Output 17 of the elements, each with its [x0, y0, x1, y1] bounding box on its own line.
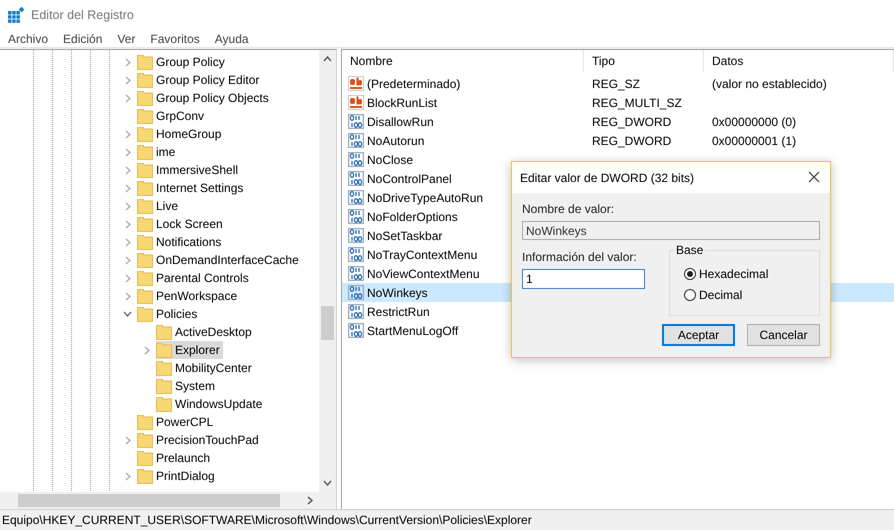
name-cell: DisallowRun — [342, 114, 584, 129]
type-cell-text: REG_SZ — [591, 76, 642, 90]
name-cell: NoAutorun — [342, 133, 584, 148]
type-cell-text: REG_DWORD — [591, 134, 672, 148]
name-cell: (Predeterminado) — [342, 76, 584, 91]
name-cell: NoClose — [342, 152, 584, 167]
field-label: Información del valor: — [522, 250, 638, 264]
group-title: Base — [674, 243, 706, 257]
status-bar: Equipo\HKEY_CURRENT_USER\SOFTWARE\Microsoft\Windows\CurrentVersion\Policies\Explorer — [0, 509, 894, 530]
dialog-title: Editar valor de DWORD (32 bits) — [520, 170, 694, 184]
data-cell-text: 0x00000001 (1) — [711, 134, 798, 148]
window-title: Editor del Registro — [31, 8, 134, 22]
type-cell-text: REG_MULTI_SZ — [591, 96, 683, 110]
name-cell: BlockRunList — [342, 95, 584, 110]
type-cell-text: REG_DWORD — [591, 114, 672, 128]
data-cell-text: (valor no establecido) — [711, 76, 828, 90]
data-cell-text: 0x00000000 (0) — [711, 114, 798, 128]
